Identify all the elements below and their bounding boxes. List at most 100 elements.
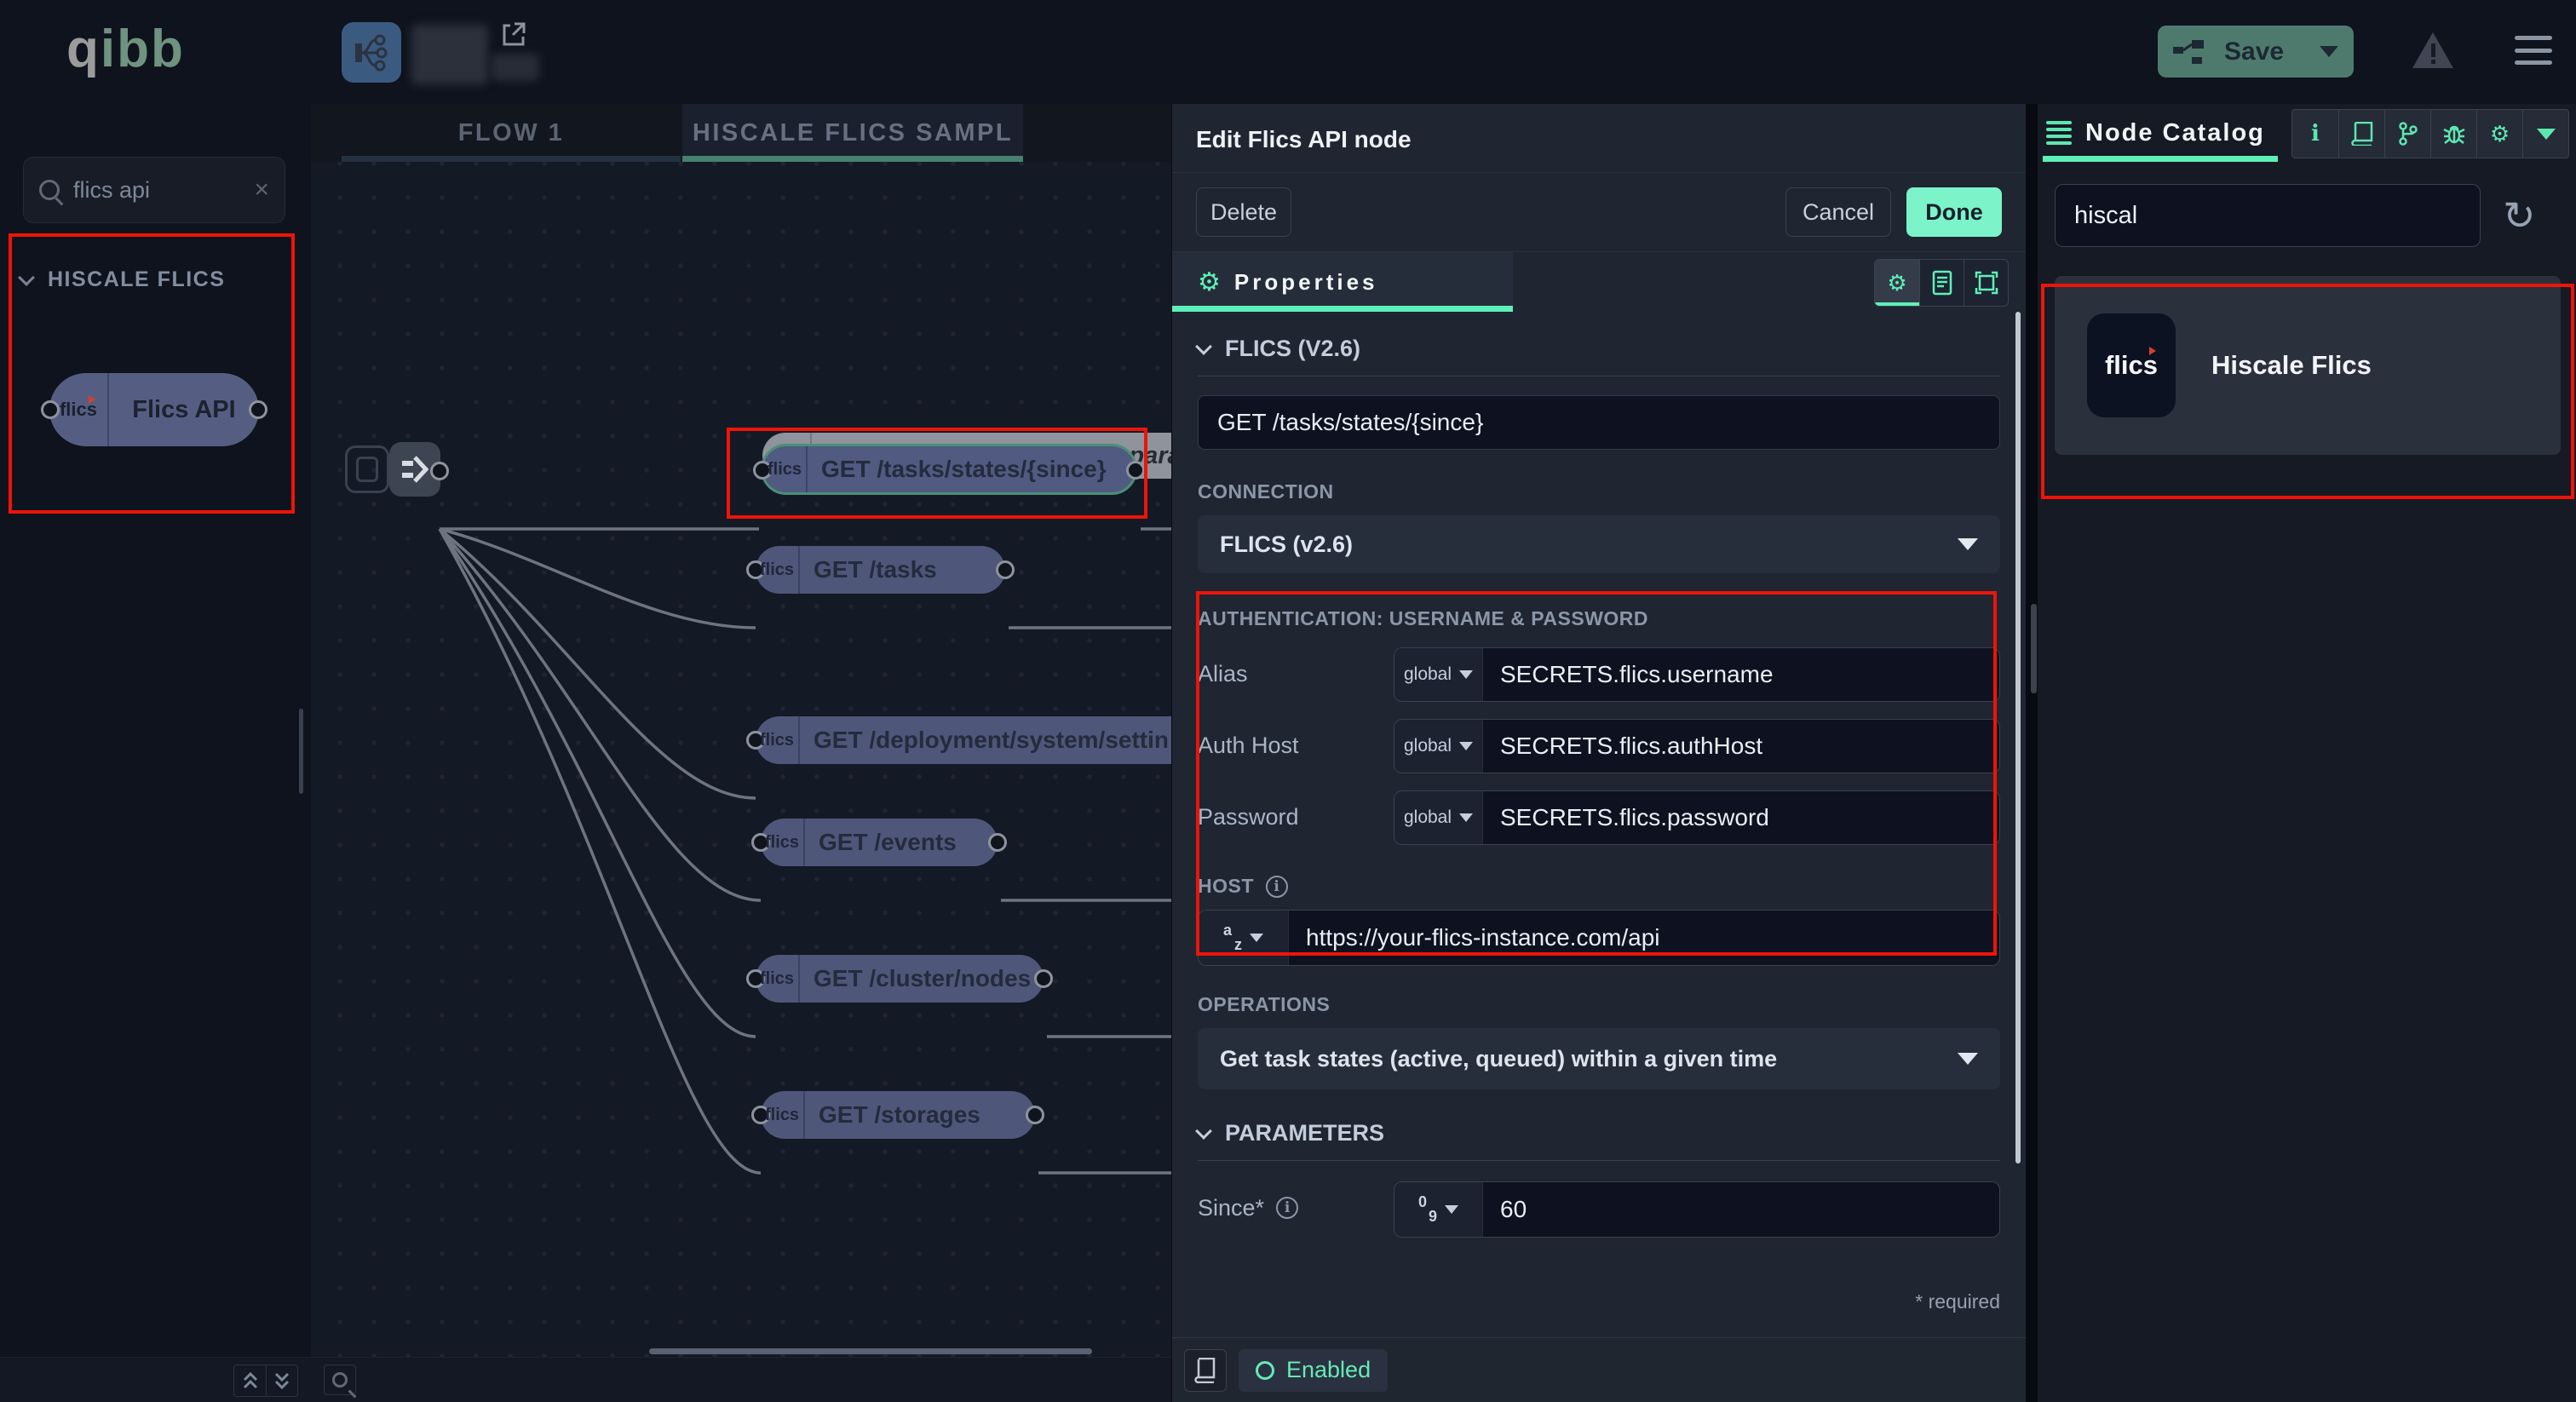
since-input[interactable] bbox=[1500, 1196, 1982, 1223]
canvas-horizontal-scrollbar[interactable] bbox=[649, 1348, 1092, 1354]
auth-host-input[interactable] bbox=[1500, 733, 1982, 760]
search-icon bbox=[39, 180, 60, 200]
info-icon[interactable]: i bbox=[1266, 876, 1288, 898]
inject-arrow-icon bbox=[400, 454, 429, 485]
docs-book-icon[interactable] bbox=[1184, 1349, 1227, 1392]
list-icon bbox=[2046, 121, 2072, 145]
password-row: Password global bbox=[1198, 790, 2000, 845]
enabled-toggle[interactable]: Enabled bbox=[1239, 1349, 1388, 1392]
description-view-icon[interactable] bbox=[1919, 260, 1964, 306]
connection-select[interactable]: FLICS (v2.6) bbox=[1198, 515, 2000, 573]
collapse-all-icon[interactable] bbox=[234, 1365, 266, 1396]
inject-output-port[interactable] bbox=[430, 462, 449, 480]
flow-type-icon[interactable] bbox=[342, 22, 401, 83]
flow-node-get-events[interactable]: flics GET /events bbox=[761, 819, 998, 866]
catalog-search-field bbox=[2055, 184, 2481, 247]
warning-icon[interactable] bbox=[2411, 31, 2455, 74]
chevron-down-icon bbox=[1459, 742, 1473, 750]
tab-hiscale-flics-sample[interactable]: HISCALE FLICS SAMPL bbox=[682, 104, 1023, 162]
input-port[interactable] bbox=[41, 400, 60, 419]
catalog-toolbar: i ⚙ bbox=[2291, 109, 2569, 158]
auth-host-type-select[interactable]: global bbox=[1394, 720, 1483, 773]
flow-canvas[interactable]: FLOW 1 HISCALE FLICS SAMPL bbox=[311, 104, 1171, 1402]
flow-node-get-tasks[interactable]: flics GET /tasks bbox=[756, 546, 1005, 594]
output-port[interactable] bbox=[1026, 1106, 1044, 1124]
clear-search-icon[interactable]: × bbox=[254, 177, 269, 203]
host-type-select[interactable]: az bbox=[1199, 911, 1289, 965]
editor-scrollbar[interactable] bbox=[2015, 312, 2021, 1164]
panel-title: Edit Flics API node bbox=[1172, 104, 2026, 172]
tab-node-catalog[interactable]: Node Catalog bbox=[2046, 104, 2265, 162]
expand-all-icon[interactable] bbox=[266, 1365, 297, 1396]
flow-node-get-deployment-settings[interactable]: flics GET /deployment/system/settin bbox=[756, 716, 1171, 764]
info-icon[interactable]: i bbox=[1276, 1197, 1298, 1219]
chevron-down-icon bbox=[1445, 1205, 1458, 1214]
external-link-icon[interactable] bbox=[502, 21, 526, 51]
palette-node-flics-api[interactable]: flics Flics API bbox=[49, 373, 259, 446]
catalog-search-input[interactable] bbox=[2074, 202, 2461, 230]
palette-node-label: Flics API bbox=[109, 396, 259, 424]
info-icon[interactable]: i bbox=[2292, 110, 2338, 158]
bug-icon[interactable] bbox=[2430, 110, 2476, 158]
since-type-select[interactable]: 09 bbox=[1394, 1182, 1483, 1237]
top-header: qibb Save bbox=[0, 0, 2576, 104]
alias-input[interactable] bbox=[1500, 661, 1982, 688]
link-node[interactable] bbox=[345, 445, 389, 493]
gear-icon: ⚙ bbox=[1198, 267, 1221, 297]
output-port[interactable] bbox=[1126, 461, 1145, 480]
flow-node-get-tasks-states[interactable]: flics GET /tasks/states/{since} bbox=[761, 444, 1137, 495]
book-icon[interactable] bbox=[2338, 110, 2384, 158]
output-port[interactable] bbox=[996, 560, 1015, 579]
palette-search-input[interactable] bbox=[73, 177, 254, 204]
palette-group-hiscale-flics[interactable]: HISCALE FLICS bbox=[20, 267, 225, 292]
tab-flow-1[interactable]: FLOW 1 bbox=[342, 104, 681, 162]
flow-node-get-storages[interactable]: flics GET /storages bbox=[761, 1091, 1035, 1139]
catalog-result-title: Hiscale Flics bbox=[2211, 350, 2372, 381]
chevron-down-icon[interactable] bbox=[2522, 110, 2568, 158]
save-button[interactable]: Save bbox=[2158, 26, 2354, 78]
properties-view-gear-icon[interactable]: ⚙ bbox=[1875, 260, 1919, 306]
flow-node-get-cluster-nodes[interactable]: flics GET /cluster/nodes bbox=[756, 955, 1044, 1003]
password-type-select[interactable]: global bbox=[1394, 791, 1483, 844]
edit-node-panel: Edit Flics API node Delete Cancel Done ⚙… bbox=[1171, 104, 2026, 1402]
flow-tabbar: FLOW 1 HISCALE FLICS SAMPL bbox=[311, 104, 1171, 162]
catalog-result-hiscale-flics[interactable]: flics Hiscale Flics bbox=[2055, 276, 2561, 455]
palette-group-label: HISCALE FLICS bbox=[48, 267, 225, 292]
alias-type-select[interactable]: global bbox=[1394, 648, 1483, 701]
node-name-field bbox=[1198, 395, 2000, 450]
cancel-button[interactable]: Cancel bbox=[1785, 187, 1891, 237]
done-button[interactable]: Done bbox=[1906, 187, 2002, 237]
auth-host-row: Auth Host global bbox=[1198, 719, 2000, 773]
divider-scrollbar[interactable] bbox=[2031, 604, 2037, 693]
sidebar-scrollbar[interactable] bbox=[299, 709, 303, 794]
refresh-icon[interactable]: ↻ bbox=[2503, 196, 2536, 235]
output-port[interactable] bbox=[249, 400, 267, 419]
host-input[interactable] bbox=[1306, 924, 1982, 951]
password-input[interactable] bbox=[1500, 804, 1982, 831]
output-port[interactable] bbox=[1034, 969, 1053, 988]
canvas-search-icon[interactable] bbox=[324, 1365, 356, 1395]
chevron-down-icon bbox=[1195, 338, 1212, 355]
sidebar-footer bbox=[0, 1357, 311, 1402]
canvas-grid[interactable]: Configure host and other paramete flics … bbox=[311, 162, 1171, 1357]
properties-form: FLICS (V2.6) CONNECTION FLICS (v2.6) AUT… bbox=[1172, 336, 2026, 1313]
palette-search: × bbox=[23, 157, 285, 223]
since-row: Since* i 09 bbox=[1198, 1181, 2000, 1238]
output-port[interactable] bbox=[988, 833, 1007, 852]
section-flics[interactable]: FLICS (V2.6) bbox=[1198, 336, 2000, 362]
tab-properties[interactable]: ⚙ Properties bbox=[1172, 252, 1513, 312]
gear-icon[interactable]: ⚙ bbox=[2476, 110, 2522, 158]
appearance-view-icon[interactable] bbox=[1964, 260, 2008, 306]
save-dropdown-caret[interactable] bbox=[2320, 46, 2338, 57]
editor-view-switch: ⚙ bbox=[1874, 259, 2009, 307]
delete-button[interactable]: Delete bbox=[1196, 187, 1291, 237]
section-parameters[interactable]: PARAMETERS bbox=[1198, 1120, 2000, 1146]
git-branch-icon[interactable] bbox=[2384, 110, 2430, 158]
chevron-down-icon bbox=[18, 269, 35, 286]
node-name-input[interactable] bbox=[1217, 409, 1981, 436]
operations-select[interactable]: Get task states (active, queued) within … bbox=[1198, 1028, 2000, 1089]
chevron-down-icon bbox=[1250, 934, 1263, 942]
chevron-down-icon bbox=[1958, 1053, 1978, 1065]
menu-icon[interactable] bbox=[2515, 36, 2552, 65]
connection-label: CONNECTION bbox=[1198, 480, 2000, 503]
